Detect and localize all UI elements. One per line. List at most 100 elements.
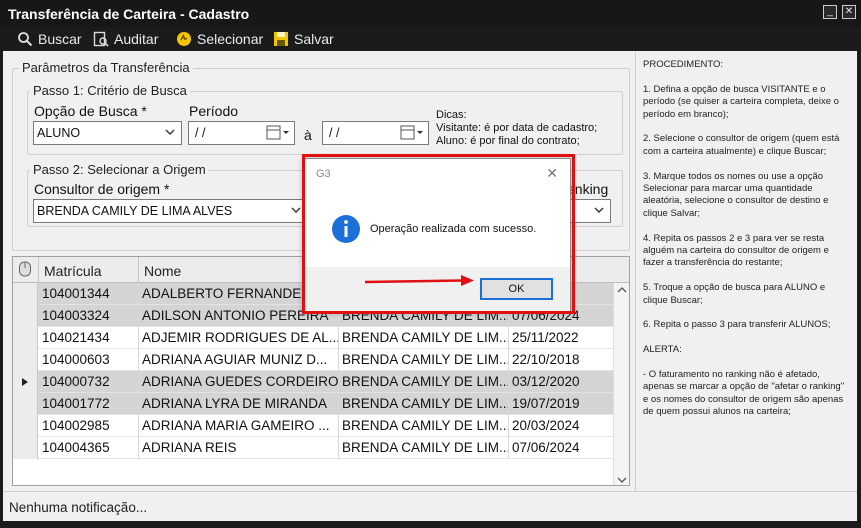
passo1-title: Passo 1: Critério de Busca [30,83,190,98]
toolbar: Buscar Auditar Selecionar Salvar [0,27,861,51]
highlight-box [302,154,575,314]
table-row[interactable]: 104000603 ADRIANA AGUIAR MUNIZ D... BRENDA… [13,349,615,371]
table-row[interactable]: 104021434 ADJEMIR RODRIGUES DE AL... BREND… [13,327,615,349]
scroll-up-icon[interactable] [615,285,629,295]
cell-nome: ADRIANA LYRA DE MIRANDA [139,393,339,415]
row-selector[interactable] [13,437,38,459]
periodo-label: Período [189,103,239,119]
select-icon [177,32,191,46]
selecionar-label: Selecionar [197,31,264,47]
window-title: Transferência de Carteira - Cadastro [8,6,250,22]
row-selector[interactable] [13,349,38,371]
cell-matricula: 104002985 [39,415,139,437]
scroll-down-icon[interactable] [615,475,629,485]
status-text: Nenhuma notificação... [9,500,148,515]
table-row[interactable]: 104000732 ADRIANA GUEDES CORDEIRO BRENDA C… [13,371,615,393]
row-selector[interactable] [13,283,38,305]
cell-contrato: 25/11/2022 [509,327,615,349]
chevron-down-icon [165,129,175,135]
status-bar: Nenhuma notificação... [3,491,857,521]
cell-consultor: BRENDA CAMILY DE LIM... [339,371,509,393]
col-matricula[interactable]: Matrícula [39,257,139,283]
dica-visitante: Visitante: é por data de cadastro; [436,122,598,134]
table-row[interactable]: 104001772 ADRIANA LYRA DE MIRANDA BRENDA C… [13,393,615,415]
opcao-combo[interactable]: ALUNO [33,121,182,145]
proc-step-6: 6. Repita o passo 3 para transferir ALUN… [643,319,831,331]
cell-consultor: BRENDA CAMILY DE LIM... [339,393,509,415]
cell-matricula: 104003324 [39,305,139,327]
procedimento-panel: PROCEDIMENTO: 1. Defina a opção de busca… [637,51,857,491]
cell-nome: ADRIANA AGUIAR MUNIZ D... [139,349,339,371]
calendar-dropdown-icon[interactable] [400,124,426,142]
dica-aluno: Aluno: é por final do contrato; [436,135,580,147]
row-selector[interactable] [13,327,38,349]
opcao-label: Opção de Busca * [34,103,147,119]
date-from-field[interactable]: / / [188,121,295,145]
app-window: Transferência de Carteira - Cadastro _ ✕… [0,0,861,528]
cell-matricula: 104001772 [39,393,139,415]
pointer-arrow-icon [365,275,474,286]
mouse-icon [19,261,31,277]
cell-matricula: 104000732 [39,371,139,393]
cell-nome: ADJEMIR RODRIGUES DE AL... [139,327,339,349]
row-selector[interactable] [13,371,38,393]
proc-alert-text: - O faturamento no ranking não é afetado… [643,369,845,418]
calendar-dropdown-icon[interactable] [266,124,292,142]
cell-consultor: BRENDA CAMILY DE LIM... [339,437,509,459]
save-icon [274,32,288,46]
cell-consultor: BRENDA CAMILY DE LIM... [339,415,509,437]
dicas-title: Dicas: [436,109,467,121]
current-row-icon [22,378,28,386]
proc-title: PROCEDIMENTO: [643,59,724,70]
consultor-label: Consultor de origem * [34,181,170,197]
auditar-button[interactable]: Auditar [93,29,158,49]
salvar-label: Salvar [294,31,334,47]
params-title: Parâmetros da Transferência [19,60,193,75]
buscar-button[interactable]: Buscar [17,29,82,49]
buscar-label: Buscar [38,31,82,47]
date-to-field[interactable]: / / [322,121,429,145]
cell-consultor: BRENDA CAMILY DE LIM... [339,327,509,349]
consultor-value: BRENDA CAMILY DE LIMA ALVES [37,204,233,218]
proc-step-1: 1. Defina a opção de busca VISITANTE e o… [643,83,839,120]
chevron-down-icon [594,207,604,213]
cell-consultor: BRENDA CAMILY DE LIM... [339,349,509,371]
proc-step-2: 2. Selecione o consultor de origem (quem… [643,133,840,157]
row-selector[interactable] [13,305,38,327]
proc-alerta: ALERTA: [643,344,682,356]
proc-step-3: 3. Marque todos os nomes ou use a opção … [643,170,829,219]
date-to-value: / / [329,126,340,140]
cell-matricula: 104000603 [39,349,139,371]
title-bar: Transferência de Carteira - Cadastro _ ✕ [0,0,861,27]
a-label: à [304,127,312,143]
chevron-down-icon [291,207,301,213]
cell-contrato: 19/07/2019 [509,393,615,415]
mouse-icon-cell [13,257,39,283]
row-selector[interactable] [13,393,38,415]
auditar-label: Auditar [114,31,159,47]
cell-nome: ADRIANA REIS [139,437,339,459]
cell-matricula: 104021434 [39,327,139,349]
cell-matricula: 104004365 [39,437,139,459]
selecionar-button[interactable]: Selecionar [176,29,263,49]
passo2-title: Passo 2: Selecionar a Origem [30,162,209,177]
search-icon [18,32,33,47]
consultor-combo[interactable]: BRENDA CAMILY DE LIMA ALVES [33,199,308,223]
proc-step-4: 4. Repita os passos 2 e 3 para ver se re… [643,232,829,269]
cell-contrato: 03/12/2020 [509,371,615,393]
row-selector[interactable] [13,415,38,437]
cell-contrato: 22/10/2018 [509,349,615,371]
cell-contrato: 20/03/2024 [509,415,615,437]
salvar-button[interactable]: Salvar [273,29,334,49]
close-window-button[interactable]: ✕ [842,5,856,19]
grid-scrollbar[interactable] [613,283,629,485]
cell-matricula: 104001344 [39,283,139,305]
cell-contrato: 07/06/2024 [509,437,615,459]
proc-step-5: 5. Troque a opção de busca para ALUNO e … [643,282,826,306]
table-row[interactable]: 104002985 ADRIANA MARIA GAMEIRO ... BRENDA… [13,415,615,437]
cell-nome: ADRIANA MARIA GAMEIRO ... [139,415,339,437]
minimize-button[interactable]: _ [823,5,837,19]
cell-nome: ADRIANA GUEDES CORDEIRO [139,371,339,393]
table-row[interactable]: 104004365 ADRIANA REIS BRENDA CAMILY DE LI… [13,437,615,459]
audit-icon [93,31,109,47]
